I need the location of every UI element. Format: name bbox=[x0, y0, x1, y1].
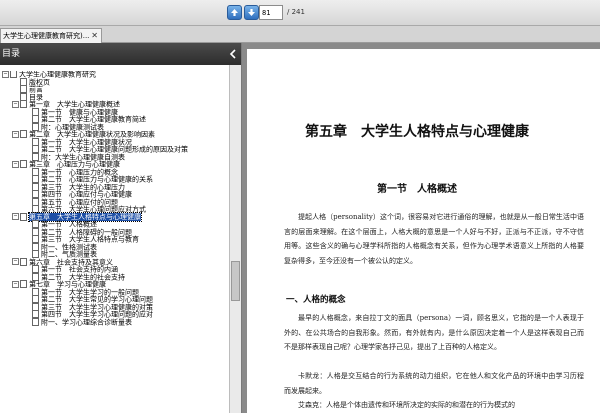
paragraph: 最早的人格概念，来自拉丁文的面具（persona）一词，顾名思义，它指的是一个人… bbox=[284, 314, 584, 351]
paragraph: 艾森克：人格是个体由遗传和环境所决定的实际的和潜在的行为模式的 bbox=[298, 401, 515, 409]
expand-toggle-icon[interactable]: − bbox=[12, 213, 19, 220]
document-tab-title: 大学生心理健康教育研究)... bbox=[3, 32, 89, 40]
close-icon[interactable]: ✕ bbox=[91, 29, 98, 43]
toolbar: / 241 bbox=[0, 0, 600, 26]
bookmarks-sidebar: 目录 − 大学生心理健康教育研究 版权页 前言 目录 − 第一章 大学生心理健康概述 第一节 … bbox=[0, 43, 242, 413]
arrow-up-icon bbox=[231, 9, 238, 16]
document-page: 第五章 大学生人格特点与心理健康 第一节 人格概述 提起人格（personali… bbox=[247, 49, 600, 413]
bookmark-page-icon bbox=[20, 280, 27, 288]
bookmark-subitem[interactable]: 附一、学习心理综合诊断量表 bbox=[0, 317, 228, 327]
paragraph: 卡默龙：人格是交互结合的行为系统的动力组织，它在他人和文化产品的环境中由学习历程… bbox=[284, 372, 584, 395]
expand-toggle-icon[interactable]: − bbox=[12, 160, 19, 168]
bookmark-page-icon bbox=[32, 205, 39, 213]
subheading: 一、人格的概念 bbox=[286, 295, 346, 305]
expand-toggle-icon[interactable]: − bbox=[12, 280, 19, 288]
chapter-title: 第五章 大学生人格特点与心理健康 bbox=[305, 124, 529, 140]
bookmark-tree: − 大学生心理健康教育研究 版权页 前言 目录 − 第一章 大学生心理健康概述 第一节 健康与… bbox=[0, 71, 228, 413]
page-total: / 241 bbox=[287, 8, 305, 16]
bookmark-page-icon bbox=[20, 257, 27, 266]
arrow-down-icon bbox=[248, 9, 255, 16]
next-page-button[interactable] bbox=[244, 5, 259, 20]
bookmark-page-icon bbox=[10, 71, 17, 78]
sidebar-title: 目录 bbox=[2, 49, 21, 59]
expand-toggle-icon[interactable]: − bbox=[12, 100, 19, 108]
page-number-input[interactable] bbox=[259, 5, 283, 20]
expand-toggle-icon[interactable]: − bbox=[12, 258, 19, 265]
collapse-panel-icon[interactable] bbox=[229, 49, 237, 59]
section-title: 第一节 人格概述 bbox=[377, 184, 457, 195]
expand-toggle-icon[interactable]: − bbox=[12, 130, 19, 138]
sidebar-header: 目录 bbox=[0, 43, 241, 65]
bookmark-page-icon bbox=[32, 317, 39, 326]
bookmark-label: 附一、学习心理综合诊断量表 bbox=[41, 317, 132, 326]
scrollbar-thumb[interactable] bbox=[231, 261, 240, 301]
previous-page-button[interactable] bbox=[227, 5, 242, 20]
bookmark-page-icon bbox=[20, 212, 27, 221]
expand-toggle-icon[interactable]: − bbox=[2, 71, 9, 78]
bookmark-page-icon bbox=[20, 100, 27, 108]
document-tab[interactable]: 大学生心理健康教育研究)... ✕ bbox=[0, 28, 102, 43]
tab-bar: 大学生心理健康教育研究)... ✕ bbox=[0, 26, 600, 43]
sidebar-scrollbar[interactable] bbox=[229, 65, 241, 413]
bookmark-page-icon bbox=[20, 160, 27, 168]
bookmark-page-icon bbox=[20, 130, 27, 138]
paragraph: 提起人格（personality）这个词，很容易对它进行通俗的理解，也就是从一般… bbox=[284, 213, 584, 265]
